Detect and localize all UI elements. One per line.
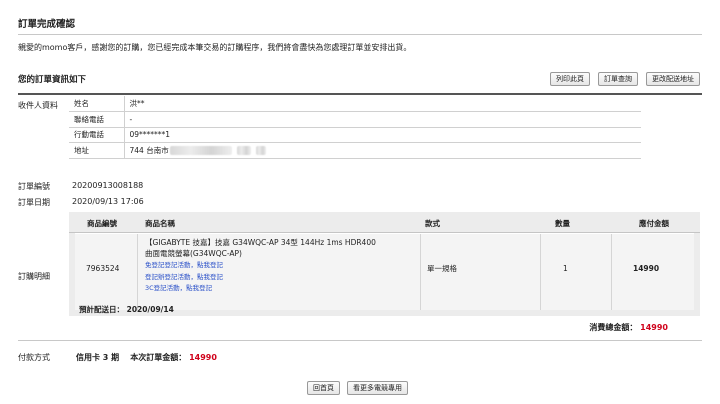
recipient-field-value: 洪**: [124, 96, 641, 112]
table-row: 7963524 【GIGABYTE 技嘉】技嘉 G34WQC-AP 34型 14…: [75, 233, 694, 310]
recipient-field-value: 744 台南市: [129, 145, 169, 155]
home-button[interactable]: 回首頁: [307, 381, 340, 395]
redacted-address-block: [236, 146, 251, 156]
redacted-address-block: [169, 146, 232, 156]
recipient-field-label: 地址: [69, 142, 125, 159]
recipient-row-name: 姓名 洪**: [69, 96, 641, 112]
payment-method: 信用卡 3 期: [76, 353, 120, 362]
column-divider: [420, 234, 421, 310]
footer-actions: 回首頁 看更多電競專用: [307, 381, 408, 395]
recipient-field-label: 聯絡電話: [69, 111, 125, 128]
divider: [18, 34, 702, 35]
column-header-qty: 數量: [555, 219, 570, 228]
column-header-amount: 應付金額: [639, 219, 669, 228]
order-query-button[interactable]: 訂單查詢: [598, 72, 638, 86]
print-button[interactable]: 列印此頁: [550, 72, 590, 86]
recipient-row-phone: 聯絡電話 -: [69, 111, 641, 128]
order-items-panel: 商品編號 商品名稱 款式 數量 應付金額 7963524 【GIGABYTE 技…: [69, 212, 700, 316]
divider: [18, 340, 702, 341]
promo-link[interactable]: 免登記登記活動，點我登記: [145, 260, 376, 272]
ship-date-value: 2020/09/14: [126, 305, 174, 314]
recipient-field-label: 行動電話: [69, 127, 125, 143]
payment-info: 信用卡 3 期 本次訂單金額： 14990: [76, 352, 217, 363]
divider: [18, 93, 702, 95]
redacted-address-block: [255, 146, 266, 156]
total-amount: 14990: [640, 323, 668, 332]
change-address-button[interactable]: 更改配送地址: [646, 72, 700, 86]
total-label: 消費總金額：: [589, 323, 638, 332]
payment-amount: 14990: [189, 353, 217, 362]
order-date: 2020/09/13 17:06: [72, 197, 144, 206]
column-header-code: 商品編號: [87, 219, 117, 228]
order-number-label: 訂單編號: [18, 182, 50, 191]
item-code: 7963524: [86, 264, 120, 273]
item-name: 【GIGABYTE 技嘉】技嘉 G34WQC-AP 34型 144Hz 1ms …: [145, 237, 376, 295]
column-divider: [611, 234, 612, 310]
order-total: 消費總金額： 14990: [589, 322, 668, 333]
greeting-text: 親愛的momo客戶，感謝您的訂購，您已經完成本筆交易的訂購程序，我們將會盡快為您…: [18, 43, 412, 52]
promo-links: 免登記登記活動，點我登記 登記辦登記活動，點我登記 3C登記活動，點我登記: [145, 260, 376, 295]
recipient-table: 姓名 洪** 聯絡電話 - 行動電話 09*******1 地址 744 台南市: [69, 96, 641, 159]
item-quantity: 1: [563, 264, 568, 273]
column-header-name: 商品名稱: [145, 219, 175, 228]
column-divider: [540, 234, 541, 310]
payment-method-label: 付款方式: [18, 353, 50, 362]
promo-link[interactable]: 3C登記活動，點我登記: [145, 283, 376, 295]
recipient-section-label: 收件人資料: [18, 101, 58, 110]
payment-amount-label: 本次訂單金額：: [130, 353, 187, 362]
column-divider: [137, 234, 138, 310]
recipient-row-address: 地址 744 台南市: [69, 142, 641, 159]
estimated-ship-date: 預計配送日： 2020/09/14: [79, 304, 174, 315]
page-title: 訂單完成確認: [18, 19, 76, 30]
item-amount: 14990: [633, 264, 660, 273]
recipient-address-cell: 744 台南市: [124, 142, 641, 159]
order-number: 20200913008188: [72, 181, 144, 190]
item-style: 單一規格: [427, 264, 457, 273]
order-detail-label: 訂購明細: [18, 272, 50, 281]
promo-link[interactable]: 登記辦登記活動，點我登記: [145, 272, 376, 284]
item-name-line: 曲面電競螢幕(G34WQC-AP): [145, 249, 242, 258]
recipient-field-value: 09*******1: [124, 127, 641, 143]
recipient-field-label: 姓名: [69, 96, 125, 112]
recipient-field-value: -: [124, 111, 641, 128]
order-actions: 列印此頁 訂單查詢 更改配送地址: [550, 72, 700, 86]
item-name-line: 【GIGABYTE 技嘉】技嘉 G34WQC-AP 34型 144Hz 1ms …: [145, 238, 376, 247]
ship-date-label: 預計配送日：: [79, 305, 124, 314]
order-date-label: 訂單日期: [18, 198, 50, 207]
order-info-title: 您的訂單資訊如下: [18, 75, 87, 85]
column-header-style: 款式: [425, 219, 440, 228]
recipient-row-mobile: 行動電話 09*******1: [69, 127, 641, 143]
more-gaming-button[interactable]: 看更多電競專用: [347, 381, 408, 395]
